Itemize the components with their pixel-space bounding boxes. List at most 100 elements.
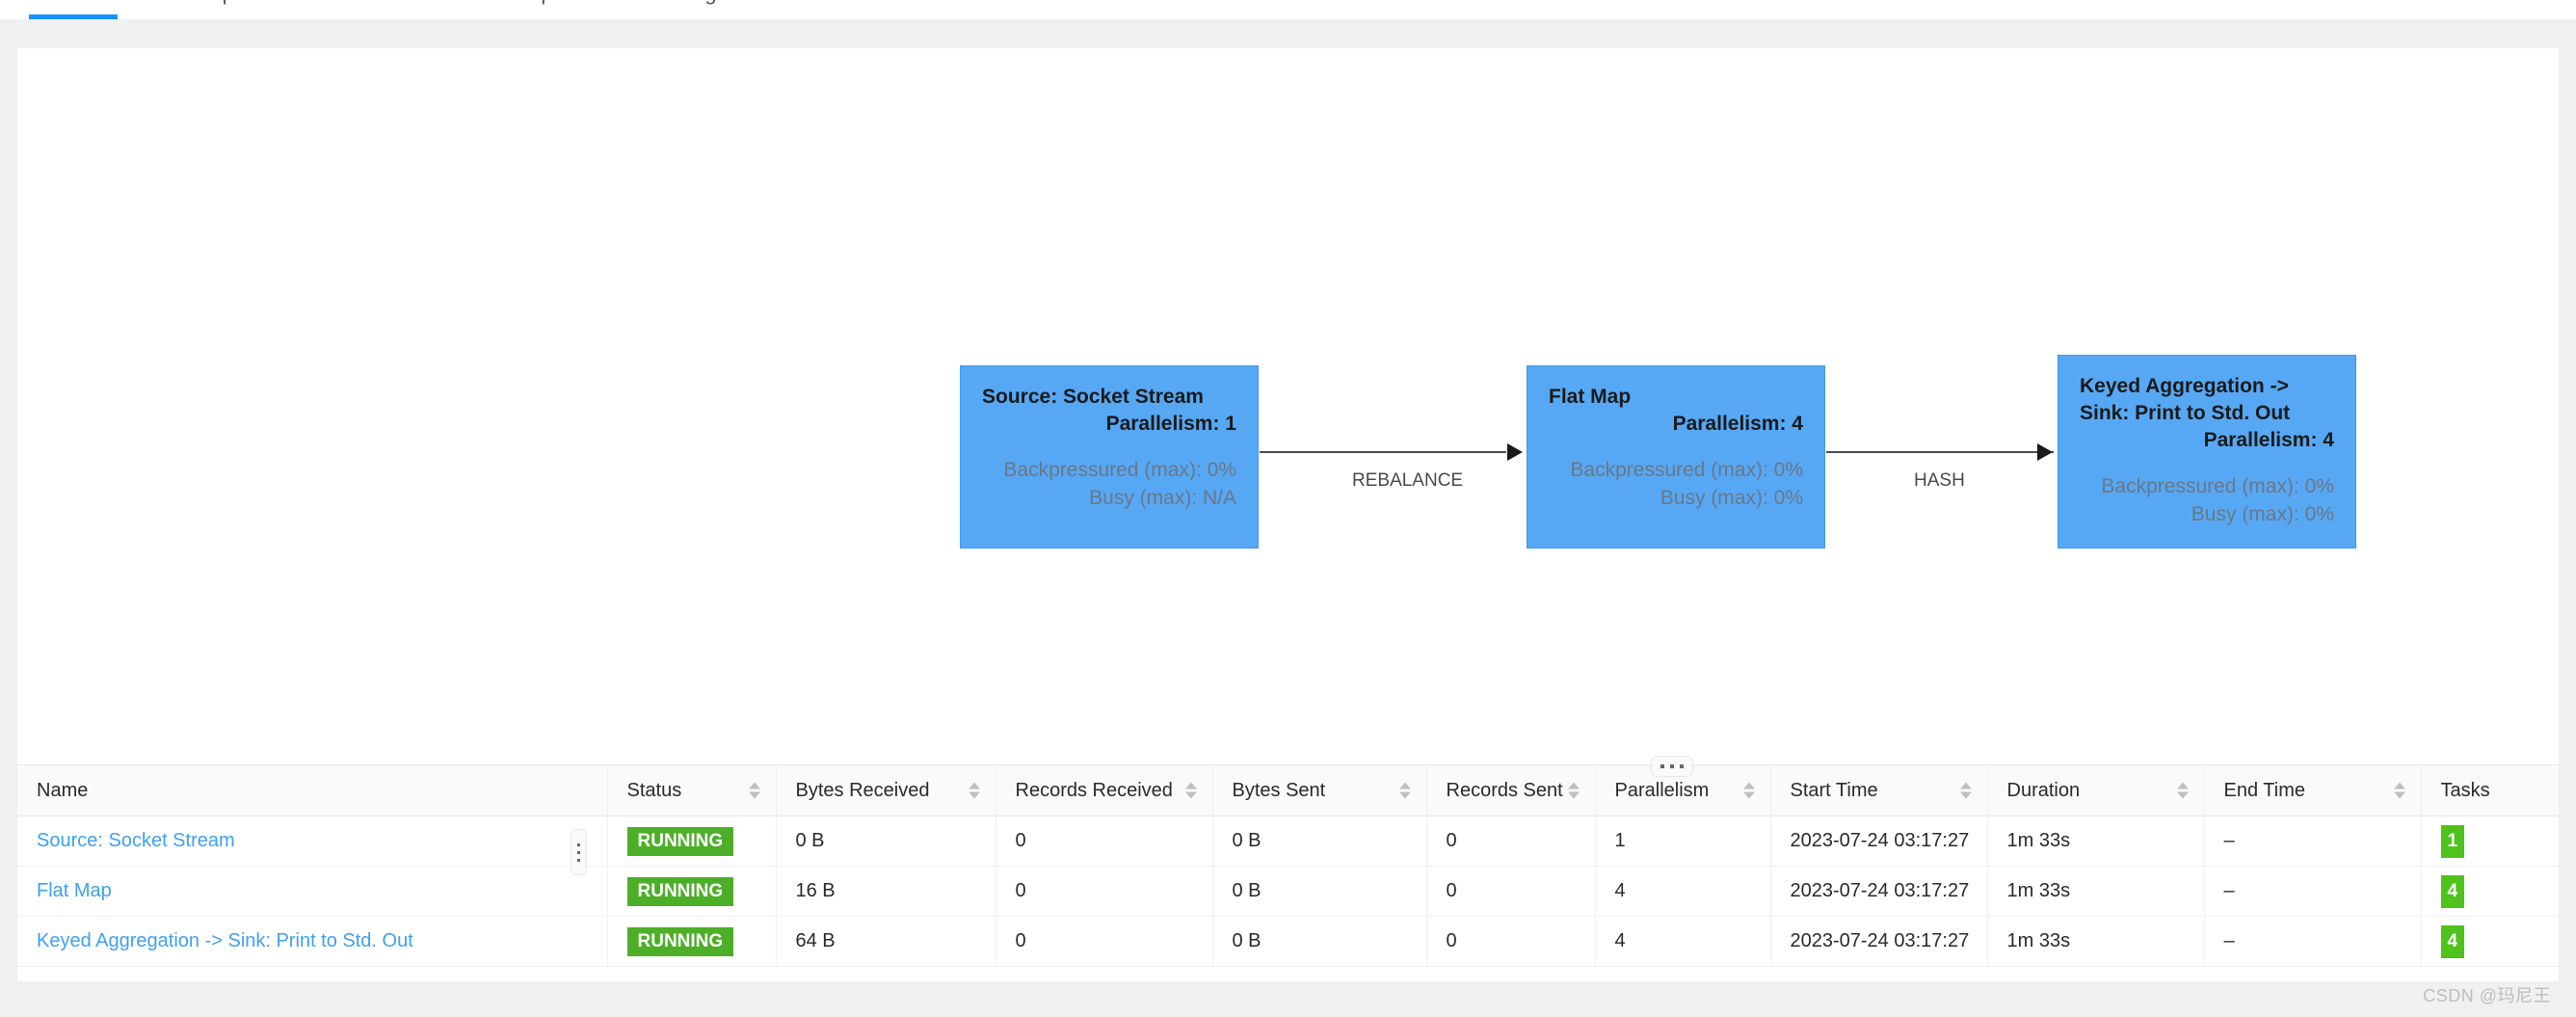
graph-node-backpressure: Backpressured (max): 0% xyxy=(2101,474,2334,497)
graph-node-busy: Busy (max): 0% xyxy=(2191,502,2334,525)
sort-icon[interactable] xyxy=(748,782,760,799)
graph-edge-rebalance-label: REBALANCE xyxy=(1352,470,1464,491)
tab-overview[interactable]: Overview xyxy=(29,0,143,19)
cell-status: RUNNING xyxy=(606,866,776,917)
cell-end-time: – xyxy=(2203,916,2421,967)
column-header-label: Bytes Sent xyxy=(1232,779,1326,801)
cell-records-received: 0 xyxy=(995,816,1212,867)
column-header-label: Duration xyxy=(2006,779,2081,801)
cell-end-time: – xyxy=(2203,816,2421,867)
tab-timeline[interactable]: TimeLine xyxy=(336,0,448,19)
graph-node-source-socket-stream[interactable]: Source: Socket Stream Parallelism: 1 Bac… xyxy=(960,365,1259,549)
dot-icon xyxy=(1680,764,1684,768)
cell-status: RUNNING xyxy=(606,916,776,967)
column-header-tasks[interactable]: Tasks xyxy=(2420,764,2559,816)
graph-edge-rebalance-line xyxy=(1260,451,1506,453)
graph-table-splitter-handle[interactable] xyxy=(1651,756,1693,777)
dot-icon xyxy=(1670,764,1674,768)
column-header-start-time[interactable]: Start Time xyxy=(1769,764,1987,816)
watermark: CSDN @玛尼王 xyxy=(2423,986,2551,1005)
tasks-badge: 1 xyxy=(2440,824,2465,858)
tab-checkpoints[interactable]: Checkpoints xyxy=(481,0,623,19)
cell-tasks: 4 xyxy=(2420,916,2559,967)
column-header-end-time[interactable]: End Time xyxy=(2203,764,2421,816)
cell-bytes-received: 0 B xyxy=(775,816,996,867)
status-badge: RUNNING xyxy=(626,926,734,956)
column-header-label: Records Received xyxy=(1015,779,1173,801)
cell-duration: 1m 33s xyxy=(1986,816,2204,867)
table-row[interactable]: Source: Socket Stream RUNNING 0 B 0 0 B … xyxy=(17,816,2559,867)
column-header-duration[interactable]: Duration xyxy=(1986,764,2204,816)
graph-edge-hash-line xyxy=(1826,451,2054,453)
column-header-status[interactable]: Status xyxy=(606,764,776,816)
job-vertices-table: Name Status Bytes Received Records Recei… xyxy=(17,764,2559,967)
sort-icon[interactable] xyxy=(1184,782,1197,799)
column-header-label: Status xyxy=(626,779,682,801)
cell-name[interactable]: Flat Map xyxy=(17,866,607,917)
vertex-link[interactable]: Source: Socket Stream xyxy=(37,830,235,851)
graph-edge-rebalance-arrow xyxy=(1507,443,1523,461)
column-header-label: Parallelism xyxy=(1614,779,1710,801)
status-badge: RUNNING xyxy=(626,826,734,856)
dot-icon xyxy=(577,858,580,862)
graph-node-flat-map[interactable]: Flat Map Parallelism: 4 Backpressured (m… xyxy=(1527,365,1825,549)
cell-duration: 1m 33s xyxy=(1986,866,2204,917)
column-header-records-received[interactable]: Records Received xyxy=(995,764,1212,816)
graph-node-parallelism: Parallelism: 4 xyxy=(2203,428,2334,451)
sort-icon[interactable] xyxy=(2176,782,2189,799)
cell-end-time: – xyxy=(2203,866,2421,917)
graph-node-keyed-aggregation-sink[interactable]: Keyed Aggregation -> Sink: Print to Std.… xyxy=(2058,355,2356,549)
table-row[interactable]: Keyed Aggregation -> Sink: Print to Std.… xyxy=(17,916,2559,967)
cell-bytes-sent: 0 B xyxy=(1211,916,1426,967)
name-column-resize-handle[interactable] xyxy=(571,829,587,875)
graph-node-backpressure: Backpressured (max): 0% xyxy=(1570,458,1803,481)
cell-name[interactable]: Keyed Aggregation -> Sink: Print to Std.… xyxy=(17,916,607,967)
graph-node-busy: Busy (max): 0% xyxy=(1660,486,1803,509)
dot-icon xyxy=(577,850,580,854)
tasks-badge: 4 xyxy=(2440,924,2465,958)
job-graph-canvas[interactable]: Source: Socket Stream Parallelism: 1 Bac… xyxy=(17,48,2559,764)
table-row[interactable]: Flat Map RUNNING 16 B 0 0 B 0 4 2023-07-… xyxy=(17,866,2559,917)
cell-name[interactable]: Source: Socket Stream xyxy=(17,816,607,867)
graph-node-title: Flat Map xyxy=(1549,386,1632,408)
sort-icon[interactable] xyxy=(1742,782,1755,799)
column-header-name[interactable]: Name xyxy=(17,764,607,816)
cell-bytes-sent: 0 B xyxy=(1211,866,1426,917)
sort-icon[interactable] xyxy=(1959,782,1972,799)
tab-exceptions-label: Exceptions xyxy=(175,0,279,6)
cell-records-sent: 0 xyxy=(1425,866,1595,917)
graph-node-title: Keyed Aggregation -> Sink: Print to Std.… xyxy=(2080,375,2291,424)
sort-icon[interactable] xyxy=(1398,782,1411,799)
vertex-link[interactable]: Keyed Aggregation -> Sink: Print to Std.… xyxy=(37,930,413,951)
cell-records-sent: 0 xyxy=(1425,816,1595,867)
sort-icon[interactable] xyxy=(2393,782,2405,799)
sort-icon[interactable] xyxy=(1567,782,1580,799)
column-header-bytes-sent[interactable]: Bytes Sent xyxy=(1211,764,1426,816)
column-header-label: Bytes Received xyxy=(795,779,930,801)
tab-configuration-label: Configuration xyxy=(655,0,782,6)
cell-parallelism: 4 xyxy=(1594,866,1770,917)
cell-records-received: 0 xyxy=(995,916,1212,967)
vertex-link[interactable]: Flat Map xyxy=(37,880,112,901)
sort-icon[interactable] xyxy=(968,782,980,799)
dot-icon xyxy=(1660,764,1664,768)
tab-configuration[interactable]: Configuration xyxy=(655,0,807,19)
cell-parallelism: 4 xyxy=(1594,916,1770,967)
column-header-label: Name xyxy=(37,779,89,801)
column-header-records-sent[interactable]: Records Sent xyxy=(1425,764,1595,816)
cell-start-time: 2023-07-24 03:17:27 xyxy=(1769,816,1987,867)
column-header-label: Tasks xyxy=(2440,779,2490,801)
cell-bytes-received: 16 B xyxy=(775,866,996,917)
cell-duration: 1m 33s xyxy=(1986,916,2204,967)
graph-node-backpressure: Backpressured (max): 0% xyxy=(1003,458,1236,481)
tab-timeline-label: TimeLine xyxy=(336,0,423,6)
dot-icon xyxy=(577,843,580,846)
cell-bytes-sent: 0 B xyxy=(1211,816,1426,867)
cell-bytes-received: 64 B xyxy=(775,916,996,967)
tab-exceptions[interactable]: Exceptions xyxy=(175,0,305,19)
graph-node-parallelism: Parallelism: 1 xyxy=(1105,412,1236,435)
column-header-bytes-received[interactable]: Bytes Received xyxy=(775,764,996,816)
graph-node-busy: Busy (max): N/A xyxy=(1089,486,1236,509)
tab-checkpoints-label: Checkpoints xyxy=(481,0,598,6)
tasks-badge: 4 xyxy=(2440,874,2465,908)
